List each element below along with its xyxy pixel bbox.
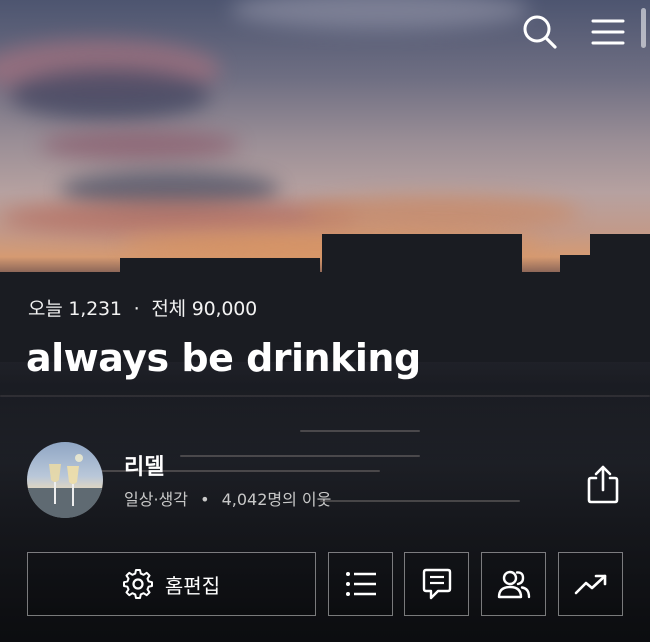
blog-category: 일상·생각 [124, 490, 188, 509]
neighbor-count[interactable]: 4,042명의 이웃 [222, 490, 332, 509]
search-button[interactable] [520, 12, 560, 52]
share-button[interactable] [582, 462, 624, 506]
blog-nickname[interactable]: 리델 [124, 449, 164, 481]
blog-title: always be drinking [26, 336, 421, 380]
avatar[interactable] [27, 442, 103, 518]
search-icon [521, 13, 559, 51]
visitor-counts: 오늘 1,231 · 전체 90,000 [28, 294, 257, 321]
stats-button[interactable] [558, 552, 623, 616]
people-icon [497, 569, 531, 599]
today-count: 1,231 [68, 298, 122, 320]
trending-up-icon [574, 573, 608, 595]
blog-meta: 일상·생각 • 4,042명의 이웃 [124, 486, 331, 510]
edit-home-button[interactable]: 홈편집 [27, 552, 316, 616]
total-count: 90,000 [191, 298, 258, 320]
share-icon [586, 464, 620, 504]
separator-dot: · [133, 298, 140, 320]
list-icon [345, 571, 377, 597]
scrollbar[interactable] [641, 8, 646, 48]
guestbook-button[interactable] [404, 552, 469, 616]
total-label: 전체 [151, 298, 186, 320]
comment-icon [422, 568, 452, 600]
today-label: 오늘 [28, 298, 63, 320]
bullet: • [200, 490, 210, 509]
post-list-button[interactable] [328, 552, 393, 616]
gear-icon [122, 569, 153, 599]
edit-home-label: 홈편집 [164, 573, 221, 598]
hamburger-menu-icon [591, 17, 625, 47]
neighbors-button[interactable] [481, 552, 546, 616]
cover-image [0, 0, 650, 642]
menu-button[interactable] [588, 12, 628, 52]
